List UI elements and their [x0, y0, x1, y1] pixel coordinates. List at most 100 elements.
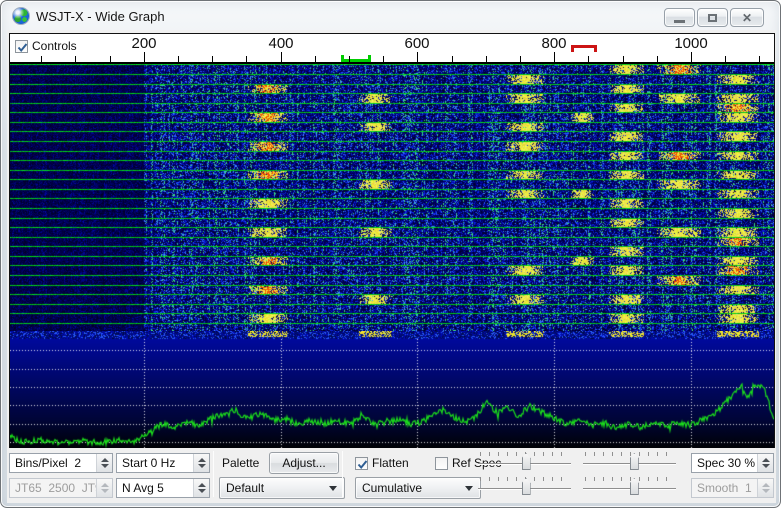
- spec-percent-value: Spec 30 %: [692, 456, 755, 470]
- start-hz-spinner[interactable]: Start 0 Hz: [116, 453, 210, 473]
- wsjtx-wide-graph-window: WSJT-X - Wide Graph ✕ Controls 200 400 600…: [0, 0, 781, 508]
- chevron-down-icon: [329, 486, 337, 491]
- slider-groove[interactable]: [583, 463, 676, 465]
- jt65-jt9-split-value: JT65 2500 JT9: [10, 481, 102, 495]
- scale-tick: [486, 56, 487, 62]
- spinner-down-icon: [762, 489, 770, 493]
- controls-checkbox-label: Controls: [32, 39, 77, 53]
- spinner-up-icon[interactable]: [101, 458, 109, 462]
- maximize-icon: [708, 14, 717, 22]
- check-icon: [356, 458, 369, 471]
- spinner-down-icon[interactable]: [762, 464, 770, 468]
- scale-tick: [246, 56, 247, 62]
- scale-tick-label: 400: [259, 35, 303, 52]
- group-separator: [213, 451, 214, 497]
- scale-tick-label: 800: [532, 35, 576, 52]
- scale-tick: [623, 56, 624, 62]
- spinner-up-icon[interactable]: [198, 458, 206, 462]
- spinner-buttons[interactable]: [96, 454, 112, 472]
- spinner-down-icon[interactable]: [101, 464, 109, 468]
- spinner-down-icon[interactable]: [198, 464, 206, 468]
- scale-tick: [144, 52, 145, 62]
- n-avg-value: N Avg 5: [117, 481, 164, 495]
- slider-bottom-left[interactable]: [478, 476, 571, 500]
- scale-tick-label: 600: [395, 35, 439, 52]
- spinner-up-icon[interactable]: [762, 458, 770, 462]
- bins-pixel-spinner[interactable]: Bins/Pixel 2: [9, 453, 113, 473]
- window-frame: WSJT-X - Wide Graph ✕ Controls 200 400 600…: [0, 0, 781, 508]
- palette-label: Palette: [222, 453, 268, 473]
- adjust-button[interactable]: Adjust...: [269, 452, 339, 474]
- spectrum-mode-selected-value: Cumulative: [362, 481, 422, 495]
- scale-tick: [212, 56, 213, 62]
- n-avg-spinner[interactable]: N Avg 5: [116, 478, 210, 498]
- check-icon: [16, 41, 29, 54]
- controls-checkbox-box[interactable]: [15, 40, 28, 53]
- scale-tick: [554, 52, 555, 62]
- scale-tick: [75, 56, 76, 62]
- close-icon: ✕: [731, 11, 763, 25]
- smooth-value: Smooth 1: [692, 481, 752, 495]
- chevron-down-icon: [465, 486, 473, 491]
- scale-tick: [759, 56, 760, 62]
- slider-ticks: [585, 452, 674, 456]
- scale-tick: [349, 56, 350, 62]
- start-hz-value: Start 0 Hz: [117, 456, 175, 470]
- spinner-up-icon: [101, 483, 109, 487]
- scale-tick: [178, 56, 179, 62]
- slider-top-left[interactable]: [478, 451, 571, 475]
- flatten-checkbox-label: Flatten: [372, 456, 409, 470]
- spinner-buttons[interactable]: [193, 479, 209, 497]
- minimize-icon: [674, 20, 685, 23]
- spinner-buttons: [96, 479, 112, 497]
- spectrum-display[interactable]: [10, 331, 774, 449]
- spinner-up-icon: [762, 483, 770, 487]
- controls-checkbox[interactable]: Controls: [15, 39, 77, 53]
- plot-frame: Controls 200 400 600 800 1000: [9, 33, 775, 448]
- ref-spec-checkbox-box[interactable]: [435, 457, 448, 470]
- scale-tick: [417, 52, 418, 62]
- spectrum-mode-select[interactable]: Cumulative: [355, 477, 481, 499]
- spec-percent-spinner[interactable]: Spec 30 %: [691, 453, 774, 473]
- spinner-buttons[interactable]: [757, 454, 773, 472]
- scale-tick: [281, 52, 282, 62]
- palette-select[interactable]: Default: [219, 477, 345, 499]
- titlebar[interactable]: WSJT-X - Wide Graph ✕: [2, 2, 779, 30]
- flatten-checkbox-box[interactable]: [355, 457, 368, 470]
- frequency-scale[interactable]: Controls 200 400 600 800 1000: [10, 34, 774, 63]
- window-title: WSJT-X - Wide Graph: [36, 9, 165, 24]
- scale-tick-label: 1000: [669, 35, 713, 52]
- scale-tick: [315, 56, 316, 62]
- scale-tick-label: 200: [122, 35, 166, 52]
- spinner-down-icon: [101, 489, 109, 493]
- scale-tick: [725, 56, 726, 62]
- scale-tick: [657, 56, 658, 62]
- jt65-jt9-split-spinner: JT65 2500 JT9: [9, 478, 113, 498]
- rx-frequency-marker: [341, 55, 371, 62]
- smooth-spinner: Smooth 1: [691, 478, 774, 498]
- scale-tick: [691, 52, 692, 62]
- palette-selected-value: Default: [226, 481, 264, 495]
- scale-tick: [41, 56, 42, 62]
- slider-groove[interactable]: [583, 488, 676, 490]
- group-separator: [342, 451, 343, 497]
- slider-bottom-right[interactable]: [583, 476, 676, 500]
- wsjtx-logo-icon: [13, 8, 29, 24]
- scale-tick: [452, 56, 453, 62]
- slider-top-right[interactable]: [583, 451, 676, 475]
- spinner-up-icon[interactable]: [198, 483, 206, 487]
- maximize-button[interactable]: [697, 8, 728, 27]
- controls-panel: Bins/Pixel 2 Start 0 Hz JT65 2500 JT9 N …: [7, 448, 776, 503]
- client-area: Controls 200 400 600 800 1000 Bins/Pixel 2 S…: [7, 30, 776, 503]
- spinner-down-icon[interactable]: [198, 489, 206, 493]
- spinner-buttons[interactable]: [193, 454, 209, 472]
- waterfall-display[interactable]: [10, 64, 774, 331]
- scale-tick: [520, 56, 521, 62]
- scale-tick: [588, 56, 589, 62]
- spinner-buttons: [757, 479, 773, 497]
- minimize-button[interactable]: [664, 8, 695, 27]
- close-button[interactable]: ✕: [730, 8, 764, 27]
- flatten-checkbox[interactable]: Flatten: [355, 456, 409, 470]
- slider-ticks: [585, 477, 674, 481]
- bins-pixel-value: Bins/Pixel 2: [10, 456, 81, 470]
